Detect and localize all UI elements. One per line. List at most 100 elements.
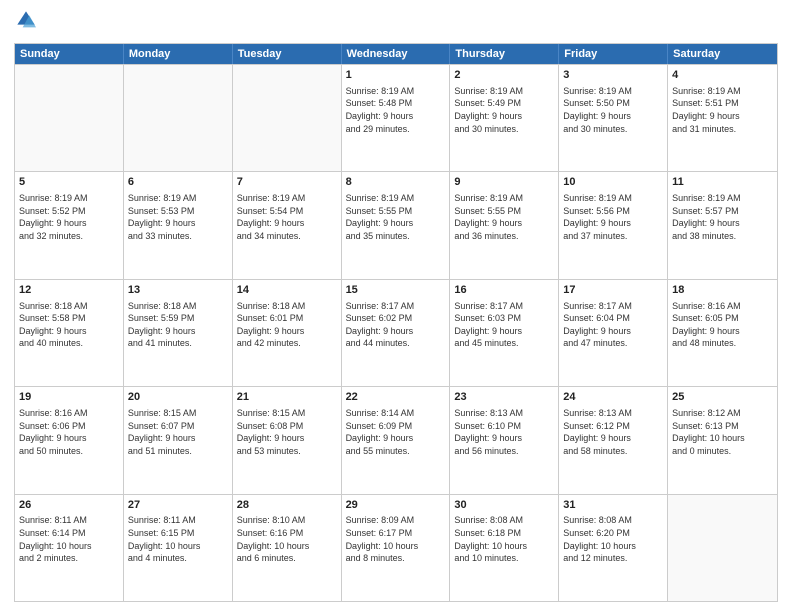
- calendar-cell: 3 Sunrise: 8:19 AM Sunset: 5:50 PM Daylig…: [559, 65, 668, 171]
- calendar-cell: 11 Sunrise: 8:19 AM Sunset: 5:57 PM Dayli…: [668, 172, 777, 278]
- calendar-cell: 2 Sunrise: 8:19 AM Sunset: 5:49 PM Daylig…: [450, 65, 559, 171]
- cell-content: Sunrise: 8:19 AM Sunset: 5:49 PM Dayligh…: [454, 85, 554, 135]
- calendar-cell: 12 Sunrise: 8:18 AM Sunset: 5:58 PM Dayli…: [15, 280, 124, 386]
- cell-content: Sunrise: 8:13 AM Sunset: 6:12 PM Dayligh…: [563, 407, 663, 457]
- calendar-cell: 24 Sunrise: 8:13 AM Sunset: 6:12 PM Dayli…: [559, 387, 668, 493]
- cell-content: Sunrise: 8:11 AM Sunset: 6:14 PM Dayligh…: [19, 514, 119, 564]
- cell-content: Sunrise: 8:18 AM Sunset: 5:59 PM Dayligh…: [128, 300, 228, 350]
- calendar-header-cell: Friday: [559, 44, 668, 64]
- cell-content: Sunrise: 8:18 AM Sunset: 6:01 PM Dayligh…: [237, 300, 337, 350]
- day-number: 22: [346, 390, 446, 405]
- cell-content: Sunrise: 8:17 AM Sunset: 6:02 PM Dayligh…: [346, 300, 446, 350]
- cell-content: Sunrise: 8:16 AM Sunset: 6:06 PM Dayligh…: [19, 407, 119, 457]
- cell-content: Sunrise: 8:19 AM Sunset: 5:52 PM Dayligh…: [19, 192, 119, 242]
- calendar-cell: 13Sunrise: 8:18 AM Sunset: 5:59 PM Dayli…: [124, 280, 233, 386]
- calendar-header-cell: Monday: [124, 44, 233, 64]
- day-number: 16: [454, 283, 554, 298]
- day-number: 19: [19, 390, 119, 405]
- day-number: 26: [19, 498, 119, 513]
- day-number: 31: [563, 498, 663, 513]
- calendar-cell: 7 Sunrise: 8:19 AM Sunset: 5:54 PM Daylig…: [233, 172, 342, 278]
- day-number: 12: [19, 283, 119, 298]
- cell-content: Sunrise: 8:19 AM Sunset: 5:57 PM Dayligh…: [672, 192, 773, 242]
- day-number: 14: [237, 283, 337, 298]
- calendar-cell: 23Sunrise: 8:13 AM Sunset: 6:10 PM Dayli…: [450, 387, 559, 493]
- calendar: SundayMondayTuesdayWednesdayThursdayFrid…: [14, 43, 778, 602]
- cell-content: Sunrise: 8:19 AM Sunset: 5:54 PM Dayligh…: [237, 192, 337, 242]
- calendar-header-row: SundayMondayTuesdayWednesdayThursdayFrid…: [15, 44, 777, 64]
- day-number: 8: [346, 175, 446, 190]
- calendar-header-cell: Thursday: [450, 44, 559, 64]
- cell-content: Sunrise: 8:19 AM Sunset: 5:55 PM Dayligh…: [346, 192, 446, 242]
- day-number: 2: [454, 68, 554, 83]
- cell-content: Sunrise: 8:15 AM Sunset: 6:07 PM Dayligh…: [128, 407, 228, 457]
- cell-content: Sunrise: 8:15 AM Sunset: 6:08 PM Dayligh…: [237, 407, 337, 457]
- day-number: 1: [346, 68, 446, 83]
- day-number: 7: [237, 175, 337, 190]
- cell-content: Sunrise: 8:09 AM Sunset: 6:17 PM Dayligh…: [346, 514, 446, 564]
- calendar-header-cell: Wednesday: [342, 44, 451, 64]
- calendar-cell: 20Sunrise: 8:15 AM Sunset: 6:07 PM Dayli…: [124, 387, 233, 493]
- calendar-cell: 16 Sunrise: 8:17 AM Sunset: 6:03 PM Dayli…: [450, 280, 559, 386]
- calendar-cell: 17 Sunrise: 8:17 AM Sunset: 6:04 PM Dayli…: [559, 280, 668, 386]
- page: SundayMondayTuesdayWednesdayThursdayFrid…: [0, 0, 792, 612]
- day-number: 21: [237, 390, 337, 405]
- cell-content: Sunrise: 8:19 AM Sunset: 5:56 PM Dayligh…: [563, 192, 663, 242]
- calendar-cell: 29Sunrise: 8:09 AM Sunset: 6:17 PM Dayli…: [342, 495, 451, 601]
- calendar-cell: 30Sunrise: 8:08 AM Sunset: 6:18 PM Dayli…: [450, 495, 559, 601]
- cell-content: Sunrise: 8:16 AM Sunset: 6:05 PM Dayligh…: [672, 300, 773, 350]
- calendar-week-row: 1Sunrise: 8:19 AM Sunset: 5:48 PM Daylig…: [15, 64, 777, 171]
- calendar-cell: [668, 495, 777, 601]
- cell-content: Sunrise: 8:17 AM Sunset: 6:04 PM Dayligh…: [563, 300, 663, 350]
- cell-content: Sunrise: 8:17 AM Sunset: 6:03 PM Dayligh…: [454, 300, 554, 350]
- calendar-cell: 26Sunrise: 8:11 AM Sunset: 6:14 PM Dayli…: [15, 495, 124, 601]
- calendar-week-row: 5 Sunrise: 8:19 AM Sunset: 5:52 PM Daylig…: [15, 171, 777, 278]
- calendar-header-cell: Saturday: [668, 44, 777, 64]
- cell-content: Sunrise: 8:19 AM Sunset: 5:51 PM Dayligh…: [672, 85, 773, 135]
- cell-content: Sunrise: 8:10 AM Sunset: 6:16 PM Dayligh…: [237, 514, 337, 564]
- calendar-cell: [233, 65, 342, 171]
- day-number: 30: [454, 498, 554, 513]
- day-number: 23: [454, 390, 554, 405]
- header: [14, 10, 778, 35]
- cell-content: Sunrise: 8:11 AM Sunset: 6:15 PM Dayligh…: [128, 514, 228, 564]
- calendar-week-row: 19 Sunrise: 8:16 AM Sunset: 6:06 PM Dayli…: [15, 386, 777, 493]
- calendar-cell: 1Sunrise: 8:19 AM Sunset: 5:48 PM Daylig…: [342, 65, 451, 171]
- logo: [14, 10, 36, 35]
- calendar-cell: 5 Sunrise: 8:19 AM Sunset: 5:52 PM Daylig…: [15, 172, 124, 278]
- calendar-week-row: 26Sunrise: 8:11 AM Sunset: 6:14 PM Dayli…: [15, 494, 777, 601]
- day-number: 17: [563, 283, 663, 298]
- day-number: 27: [128, 498, 228, 513]
- cell-content: Sunrise: 8:08 AM Sunset: 6:18 PM Dayligh…: [454, 514, 554, 564]
- calendar-cell: 27Sunrise: 8:11 AM Sunset: 6:15 PM Dayli…: [124, 495, 233, 601]
- calendar-header-cell: Tuesday: [233, 44, 342, 64]
- calendar-cell: 6 Sunrise: 8:19 AM Sunset: 5:53 PM Daylig…: [124, 172, 233, 278]
- cell-content: Sunrise: 8:19 AM Sunset: 5:50 PM Dayligh…: [563, 85, 663, 135]
- calendar-week-row: 12 Sunrise: 8:18 AM Sunset: 5:58 PM Dayli…: [15, 279, 777, 386]
- day-number: 24: [563, 390, 663, 405]
- day-number: 5: [19, 175, 119, 190]
- calendar-cell: 19 Sunrise: 8:16 AM Sunset: 6:06 PM Dayli…: [15, 387, 124, 493]
- calendar-cell: 28Sunrise: 8:10 AM Sunset: 6:16 PM Dayli…: [233, 495, 342, 601]
- cell-content: Sunrise: 8:19 AM Sunset: 5:53 PM Dayligh…: [128, 192, 228, 242]
- day-number: 4: [672, 68, 773, 83]
- calendar-cell: 21 Sunrise: 8:15 AM Sunset: 6:08 PM Dayli…: [233, 387, 342, 493]
- calendar-cell: 9 Sunrise: 8:19 AM Sunset: 5:55 PM Daylig…: [450, 172, 559, 278]
- cell-content: Sunrise: 8:12 AM Sunset: 6:13 PM Dayligh…: [672, 407, 773, 457]
- day-number: 11: [672, 175, 773, 190]
- logo-icon: [16, 10, 36, 30]
- day-number: 3: [563, 68, 663, 83]
- calendar-cell: 15Sunrise: 8:17 AM Sunset: 6:02 PM Dayli…: [342, 280, 451, 386]
- cell-content: Sunrise: 8:19 AM Sunset: 5:55 PM Dayligh…: [454, 192, 554, 242]
- day-number: 10: [563, 175, 663, 190]
- calendar-cell: 25Sunrise: 8:12 AM Sunset: 6:13 PM Dayli…: [668, 387, 777, 493]
- day-number: 9: [454, 175, 554, 190]
- calendar-cell: 18Sunrise: 8:16 AM Sunset: 6:05 PM Dayli…: [668, 280, 777, 386]
- day-number: 29: [346, 498, 446, 513]
- cell-content: Sunrise: 8:14 AM Sunset: 6:09 PM Dayligh…: [346, 407, 446, 457]
- calendar-body: 1Sunrise: 8:19 AM Sunset: 5:48 PM Daylig…: [15, 64, 777, 601]
- calendar-cell: 22 Sunrise: 8:14 AM Sunset: 6:09 PM Dayli…: [342, 387, 451, 493]
- cell-content: Sunrise: 8:18 AM Sunset: 5:58 PM Dayligh…: [19, 300, 119, 350]
- calendar-header-cell: Sunday: [15, 44, 124, 64]
- day-number: 6: [128, 175, 228, 190]
